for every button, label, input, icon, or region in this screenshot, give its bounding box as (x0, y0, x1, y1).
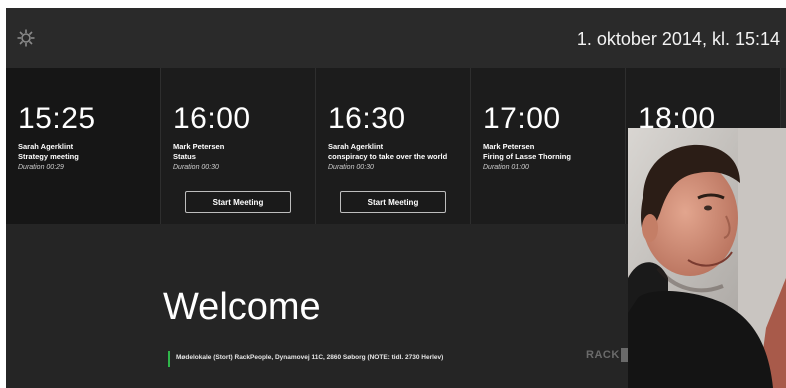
meeting-duration: Duration 00:30 (173, 164, 219, 171)
meeting-time: 16:30 (328, 102, 406, 135)
meeting-subject: Firing of Lasse Thorning (483, 152, 571, 161)
meeting-subject: Strategy meeting (18, 152, 79, 161)
meeting-organizer: Sarah Agerklint (328, 142, 384, 151)
meeting-subject: conspiracy to take over the world (328, 152, 448, 161)
meeting-organizer: Mark Petersen (173, 142, 225, 151)
meeting-duration: Duration 01:00 (483, 164, 529, 171)
company-logo: RACK (586, 349, 620, 361)
room-display: 1. oktober 2014, kl. 15:14 15:25 Sarah A… (6, 8, 786, 388)
meeting-card: 16:30 Sarah Agerklint conspiracy to take… (316, 68, 471, 224)
meeting-time: 16:00 (173, 102, 251, 135)
meeting-duration: Duration 00:29 (18, 164, 64, 171)
location-accent-bar (168, 351, 170, 367)
room-location: Mødelokale (Stort) RackPeople, Dynamovej… (176, 354, 444, 361)
meeting-time: 17:00 (483, 102, 561, 135)
person-photo (628, 128, 786, 388)
camera-overlay-photo (628, 128, 786, 388)
meeting-card: 16:00 Mark Petersen Status Duration 00:3… (161, 68, 316, 224)
top-bar: 1. oktober 2014, kl. 15:14 (6, 8, 786, 68)
meeting-time: 15:25 (18, 102, 96, 135)
current-datetime: 1. oktober 2014, kl. 15:14 (576, 29, 780, 49)
gear-icon[interactable] (16, 28, 36, 48)
start-meeting-button[interactable]: Start Meeting (185, 191, 291, 213)
meeting-organizer: Sarah Agerklint (18, 142, 74, 151)
meeting-card: 15:25 Sarah Agerklint Strategy meeting D… (6, 68, 161, 224)
meeting-card: 17:00 Mark Petersen Firing of Lasse Thor… (471, 68, 626, 224)
meeting-organizer: Mark Petersen (483, 142, 535, 151)
meeting-subject: Status (173, 152, 196, 161)
welcome-title: Welcome (163, 286, 321, 328)
meeting-duration: Duration 00:30 (328, 164, 374, 171)
start-meeting-button[interactable]: Start Meeting (340, 191, 446, 213)
